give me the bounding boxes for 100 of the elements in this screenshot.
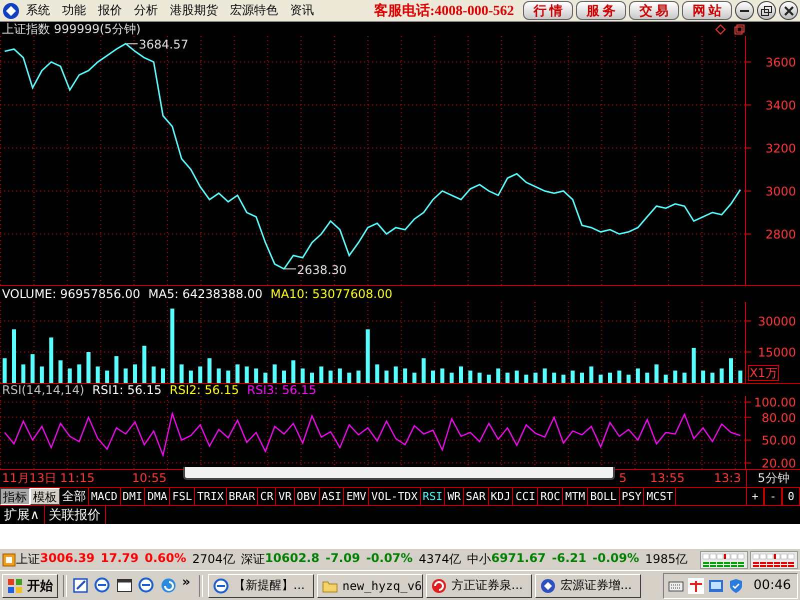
indicator-tab[interactable]: CCI (513, 488, 538, 505)
indicator-tab[interactable]: MCST (644, 488, 676, 505)
leader-line (284, 268, 297, 270)
indicator-tab[interactable]: BOLL (588, 488, 620, 505)
indicator-tab[interactable]: ASI (320, 488, 344, 505)
volume-bar (542, 368, 547, 383)
legend-label: RSI1: 56.15 (92, 384, 162, 396)
network-icon[interactable] (688, 578, 704, 594)
annotation-label: 2638.30 (297, 262, 347, 277)
volume-bar (180, 364, 184, 383)
monitor-icon[interactable] (708, 578, 724, 594)
refresh-icon[interactable] (160, 577, 177, 594)
window-icon[interactable] (116, 577, 133, 594)
clock-text: 00:46 (754, 578, 791, 593)
volume-bar (114, 356, 118, 383)
indicator-tab[interactable]: TRIX (195, 488, 227, 505)
edit-icon[interactable] (72, 577, 89, 594)
volume-bar (96, 366, 100, 383)
menu-item[interactable]: 系统 (20, 2, 56, 19)
indicator-tab[interactable]: VOL-TDX (369, 488, 421, 505)
change-value: -7.09 (325, 551, 360, 567)
task-button[interactable]: 方正证券泉... (426, 574, 532, 598)
restore-button[interactable] (757, 1, 776, 20)
task-button[interactable]: new_hyzq_v6 (317, 574, 424, 598)
indicator-tab[interactable]: VR (276, 488, 295, 505)
volume-bar (626, 374, 631, 383)
axis-label: 13:3 (714, 471, 741, 486)
leader-line (126, 43, 138, 44)
indicator-tab[interactable]: DMA (145, 488, 170, 505)
task-button[interactable]: 【新提醒】... (208, 574, 314, 598)
legend-label: VOLUME: 96957856.00 (2, 286, 140, 302)
indicator-tab[interactable]: BRAR (226, 488, 258, 505)
volume-bar (682, 372, 686, 383)
volume-bar (534, 372, 538, 383)
zoom-button[interactable]: - (764, 488, 782, 505)
percent-value: 0.60% (144, 551, 186, 567)
menu-item[interactable]: 分析 (128, 2, 164, 19)
indicator-tab[interactable]: SAR (464, 488, 489, 505)
period-label: 5分钟 (746, 470, 800, 487)
volume-bar (338, 368, 342, 383)
volume-bar (384, 370, 388, 383)
task-button[interactable]: 宏源证券增... (535, 574, 642, 598)
indicator-tab[interactable]: ROC (538, 488, 564, 505)
minimize-button[interactable] (735, 1, 754, 20)
indicator-tab[interactable]: EMV (344, 488, 370, 505)
volume-bar (198, 366, 202, 383)
volume-bar (664, 374, 668, 383)
market-name: 上证 (16, 551, 40, 568)
indicator-tab[interactable]: RSI (420, 488, 446, 505)
volume-bar (738, 370, 742, 383)
indicator-tab[interactable]: WR (445, 488, 464, 505)
hotline-text: 客服电话:4008-000-562 (374, 2, 514, 20)
diamond-icon[interactable] (715, 24, 726, 34)
indicator-tab[interactable]: KDJ (488, 488, 514, 505)
volume-bar (272, 364, 277, 383)
link-button[interactable]: 服 务 (576, 1, 626, 20)
amount-value: 1985亿 (645, 551, 688, 568)
mode-tab[interactable]: 模板 (30, 488, 60, 505)
axis-label: 80.00 (762, 410, 796, 425)
index-value: 10602.8 (264, 551, 320, 567)
menu-item[interactable]: 资讯 (284, 2, 320, 19)
menu-item[interactable]: 港股期货 (164, 2, 224, 19)
volume-bar (328, 370, 333, 383)
volume-bar (49, 338, 54, 383)
volume-bar (244, 366, 249, 383)
menu-item[interactable]: 报价 (92, 2, 128, 19)
mode-tab[interactable]: 指标 (0, 488, 30, 505)
link-button[interactable]: 网 站 (682, 1, 732, 20)
volume-bar (263, 372, 268, 383)
indicator-tab[interactable]: MACD (89, 488, 120, 505)
menu-item[interactable]: 宏源特色 (224, 2, 284, 19)
indicator-tab[interactable]: MTM (563, 488, 588, 505)
close-button[interactable] (779, 1, 798, 20)
restore-icon[interactable] (734, 24, 745, 34)
volume-bar (142, 346, 146, 383)
volume-bar (412, 372, 416, 383)
start-button[interactable]: 开始 (2, 574, 58, 598)
link-button[interactable]: 行 情 (523, 1, 573, 20)
indicator-tab[interactable]: DMI (120, 488, 146, 505)
change-value: -6.21 (552, 551, 586, 567)
index-icon[interactable] (2, 552, 16, 566)
menu-item[interactable]: 功能 (56, 2, 92, 19)
volume-bar (208, 358, 212, 383)
axis-label: 3400 (765, 98, 796, 113)
indicator-tab[interactable]: OBV (294, 488, 320, 505)
shield-icon[interactable] (728, 578, 744, 594)
volume-bar (524, 374, 528, 383)
chart-title: 上证指数 999999(5分钟) (2, 22, 141, 36)
more-button[interactable]: » (182, 575, 190, 590)
link-button[interactable]: 交 易 (629, 1, 679, 20)
axis-label: 11月13日 (2, 471, 57, 486)
indicator-tab[interactable]: 全部 (60, 488, 89, 505)
zoom-button[interactable]: + (746, 488, 764, 505)
indicator-tab[interactable]: CR (258, 488, 276, 505)
annotation-label: 3684.57 (138, 38, 188, 52)
amount-value: 2704亿 (192, 551, 235, 568)
windows-logo-icon (7, 578, 23, 594)
zoom-button[interactable]: 0 (782, 488, 800, 505)
indicator-tab[interactable]: PSY (620, 488, 644, 505)
axis-label: 11:15 (60, 471, 95, 486)
